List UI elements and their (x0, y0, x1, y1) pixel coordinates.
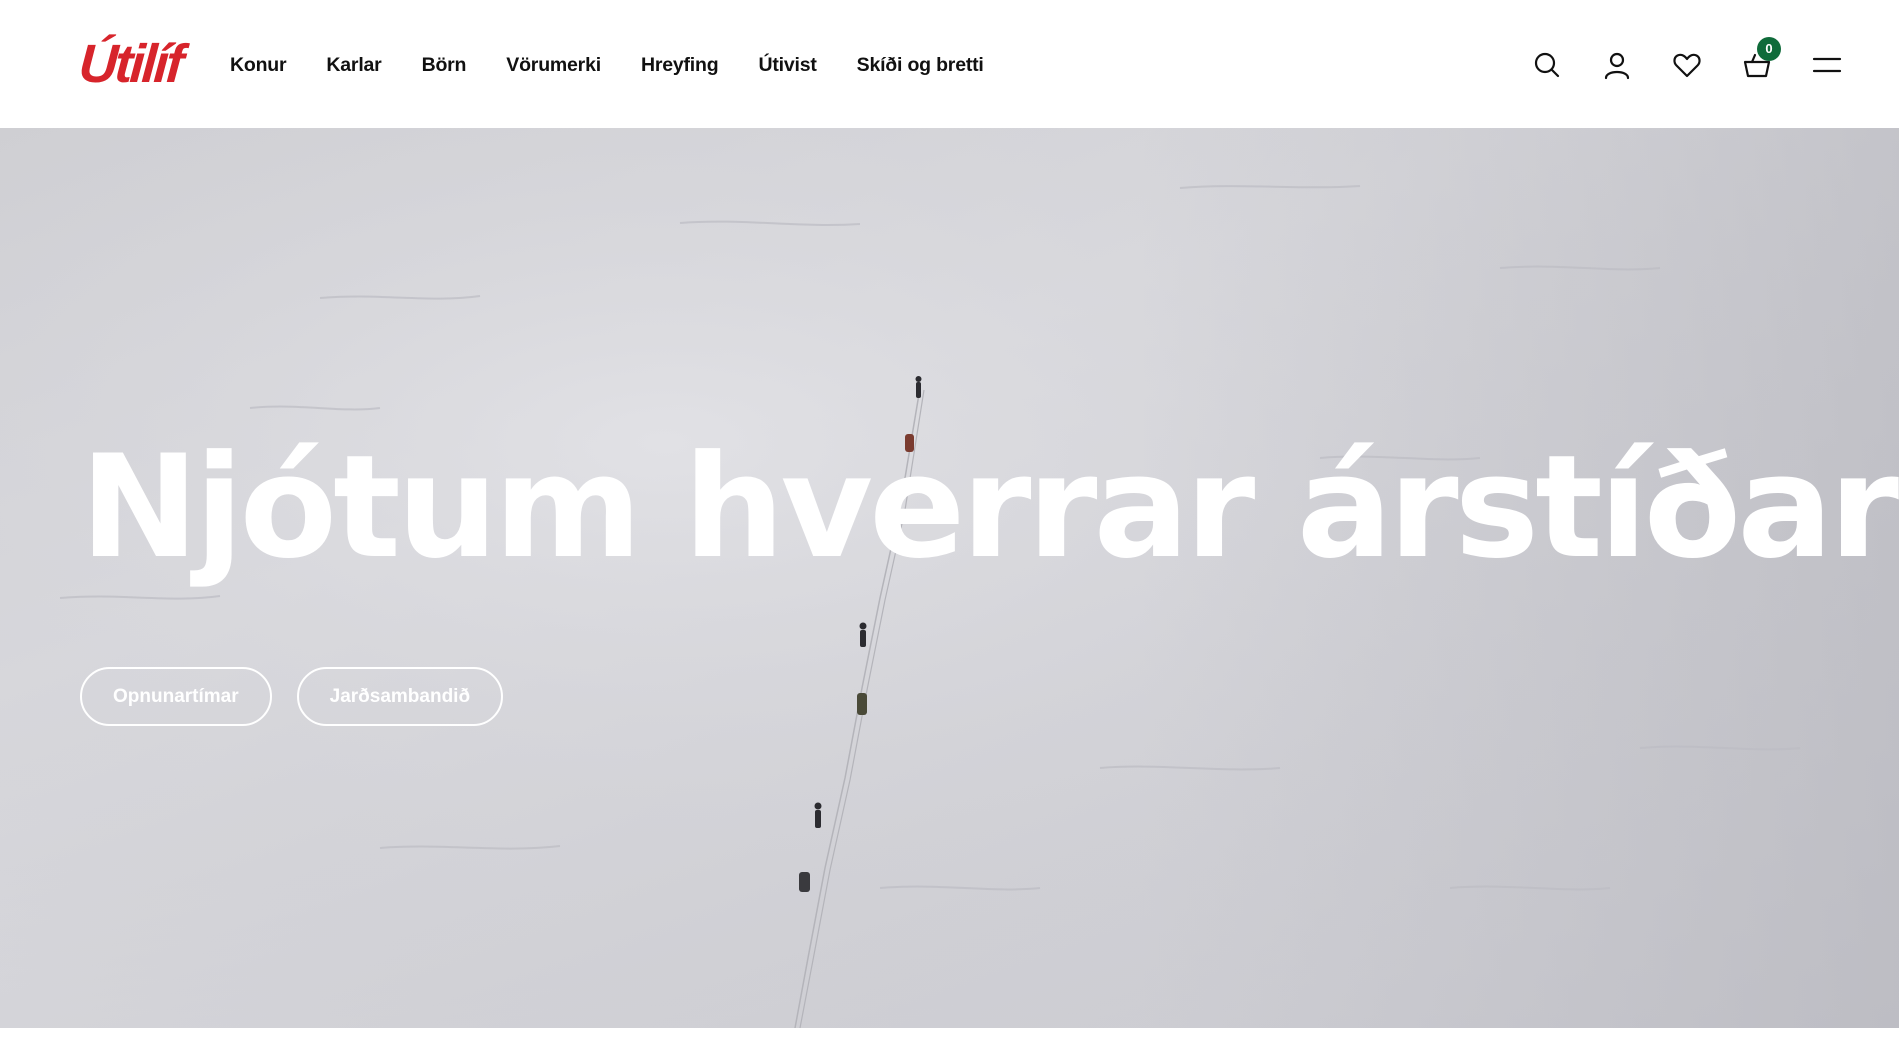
nav-item-skidi-og-bretti[interactable]: Skíði og bretti (857, 54, 984, 77)
opening-hours-button[interactable]: Opnunartímar (80, 667, 272, 726)
nav-item-utivist[interactable]: Útivist (758, 54, 816, 77)
main-nav: Konur Karlar Börn Vörumerki Hreyfing Úti… (230, 54, 984, 77)
nav-item-vorumerki[interactable]: Vörumerki (506, 54, 601, 77)
header-actions: 0 (1497, 37, 1847, 85)
menu-icon (1812, 57, 1842, 73)
heart-icon (1673, 53, 1701, 78)
hero-headline: Njótum hverrar árstíðar (80, 425, 1899, 590)
jardsambandid-button[interactable]: Jarðsambandið (296, 667, 504, 726)
search-icon (1534, 52, 1560, 78)
cart-count-badge: 0 (1757, 37, 1781, 61)
user-icon (1604, 52, 1630, 80)
nav-item-hreyfing[interactable]: Hreyfing (641, 54, 719, 77)
utilif-logo[interactable]: Útilíf (77, 34, 193, 94)
hero-cta-group: Opnunartímar Jarðsambandið (80, 667, 528, 726)
hero-banner: Njótum hverrar árstíðar Opnunartímar Jar… (0, 128, 1899, 1028)
nav-item-born[interactable]: Börn (422, 54, 467, 77)
account-button[interactable] (1597, 45, 1637, 85)
search-button[interactable] (1527, 45, 1567, 85)
cart-button[interactable]: 0 (1737, 37, 1781, 85)
nav-item-konur[interactable]: Konur (230, 54, 287, 77)
page-content-start (0, 1028, 1899, 1052)
wishlist-button[interactable] (1667, 45, 1707, 85)
menu-button[interactable] (1807, 45, 1847, 85)
nav-item-karlar[interactable]: Karlar (326, 54, 381, 77)
site-header: Útilíf Konur Karlar Börn Vörumerki Hreyf… (0, 0, 1899, 128)
